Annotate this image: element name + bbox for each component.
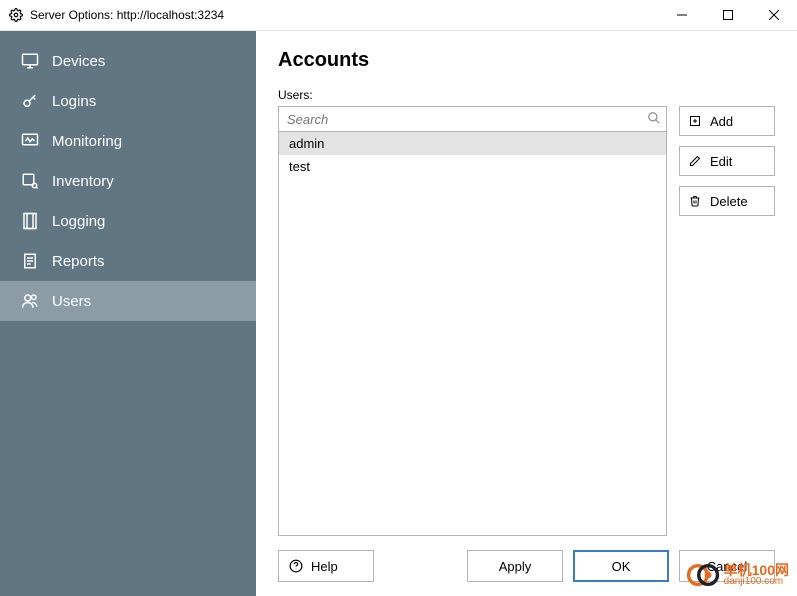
help-icon bbox=[289, 559, 303, 573]
help-label: Help bbox=[311, 559, 338, 574]
window-controls bbox=[659, 0, 797, 31]
edit-label: Edit bbox=[710, 154, 732, 169]
cancel-button[interactable]: Cancel bbox=[679, 550, 775, 582]
help-button[interactable]: Help bbox=[278, 550, 374, 582]
close-button[interactable] bbox=[751, 0, 797, 31]
reports-icon bbox=[20, 251, 40, 271]
ok-button[interactable]: OK bbox=[573, 550, 669, 582]
content-area: Accounts Users: admin test Add bbox=[256, 31, 797, 596]
add-label: Add bbox=[710, 114, 733, 129]
edit-icon bbox=[688, 154, 702, 168]
search-icon bbox=[647, 111, 661, 125]
sidebar: Devices Logins Monitoring Inventory Logg… bbox=[0, 31, 256, 596]
sidebar-item-inventory[interactable]: Inventory bbox=[0, 161, 256, 201]
monitor-icon bbox=[20, 131, 40, 151]
sidebar-item-label: Logging bbox=[52, 213, 105, 230]
device-icon bbox=[20, 51, 40, 71]
sidebar-item-label: Devices bbox=[52, 53, 105, 70]
sidebar-item-label: Monitoring bbox=[52, 133, 122, 150]
sidebar-item-logins[interactable]: Logins bbox=[0, 81, 256, 121]
sidebar-item-label: Logins bbox=[52, 93, 96, 110]
apply-button[interactable]: Apply bbox=[467, 550, 563, 582]
add-icon bbox=[688, 114, 702, 128]
add-button[interactable]: Add bbox=[679, 106, 775, 136]
users-label: Users: bbox=[278, 88, 775, 102]
titlebar: Server Options: http://localhost:3234 bbox=[0, 0, 797, 31]
minimize-button[interactable] bbox=[659, 0, 705, 31]
delete-icon bbox=[688, 194, 702, 208]
delete-button[interactable]: Delete bbox=[679, 186, 775, 216]
sidebar-item-label: Reports bbox=[52, 253, 105, 270]
user-row[interactable]: admin bbox=[279, 132, 666, 155]
delete-label: Delete bbox=[710, 194, 748, 209]
users-icon bbox=[20, 291, 40, 311]
window-title: Server Options: http://localhost:3234 bbox=[30, 8, 224, 22]
sidebar-item-monitoring[interactable]: Monitoring bbox=[0, 121, 256, 161]
sidebar-item-logging[interactable]: Logging bbox=[0, 201, 256, 241]
sidebar-item-devices[interactable]: Devices bbox=[0, 41, 256, 81]
user-list[interactable]: admin test bbox=[278, 132, 667, 536]
maximize-button[interactable] bbox=[705, 0, 751, 31]
sidebar-item-label: Users bbox=[52, 293, 91, 310]
user-row[interactable]: test bbox=[279, 155, 666, 178]
sidebar-item-label: Inventory bbox=[52, 173, 114, 190]
page-title: Accounts bbox=[278, 49, 775, 72]
edit-button[interactable]: Edit bbox=[679, 146, 775, 176]
key-icon bbox=[20, 91, 40, 111]
search-input[interactable] bbox=[278, 106, 667, 132]
gear-icon bbox=[8, 7, 24, 23]
sidebar-item-users[interactable]: Users bbox=[0, 281, 256, 321]
inventory-icon bbox=[20, 171, 40, 191]
sidebar-item-reports[interactable]: Reports bbox=[0, 241, 256, 281]
logging-icon bbox=[20, 211, 40, 231]
